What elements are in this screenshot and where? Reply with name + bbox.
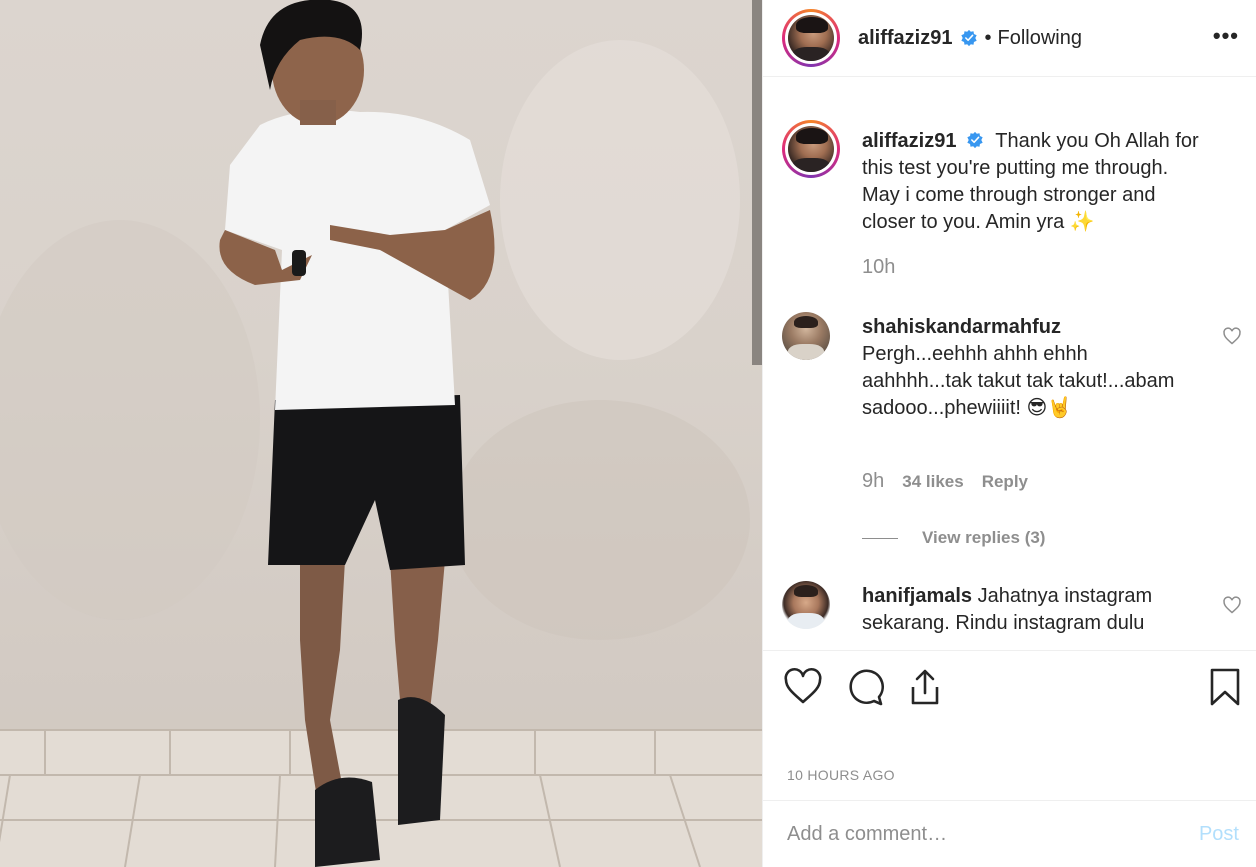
comment-reply-button[interactable]: Reply (982, 472, 1028, 492)
post-details-panel: aliffaziz91 • Following ••• aliffaziz91 (762, 0, 1256, 867)
comment-body: hanifjamals Jahatnya instagram sekarang.… (862, 583, 1182, 637)
author-avatar[interactable] (782, 9, 840, 67)
comment-like-heart-icon[interactable] (1222, 326, 1242, 346)
post-actions-bar (763, 650, 1256, 760)
comment-likes[interactable]: 34 likes (902, 472, 963, 492)
comment-icon[interactable] (845, 667, 885, 707)
comment-composer: Post (763, 800, 1256, 867)
more-options-icon[interactable]: ••• (1213, 25, 1239, 47)
view-replies-button[interactable]: View replies (3) (862, 528, 1045, 548)
post-comment-button[interactable]: Post (1199, 823, 1239, 846)
comment-time[interactable]: 9h (862, 470, 884, 493)
comment-meta: 9h 34 likes Reply (862, 470, 1028, 493)
comment-input[interactable] (787, 822, 1199, 846)
following-button[interactable]: Following (998, 27, 1082, 50)
commenter-avatar[interactable] (782, 312, 830, 360)
post-timestamp[interactable]: 10 HOURS AGO (787, 767, 895, 783)
post-header: aliffaziz91 • Following ••• (763, 0, 1256, 77)
view-replies-label: View replies (3) (922, 528, 1046, 547)
commenter-username[interactable]: shahiskandarmahfuz (862, 316, 1061, 338)
comment-body: shahiskandarmahfuz Pergh...eehhh ahhh eh… (862, 314, 1202, 422)
heart-icon[interactable] (783, 667, 823, 707)
verified-badge-icon (961, 29, 978, 47)
commenter-avatar[interactable] (782, 581, 830, 629)
commenter-username[interactable]: hanifjamals (862, 585, 972, 607)
comments-list[interactable]: aliffaziz91 Thank you Oh Allah for this … (763, 78, 1256, 650)
verified-badge-icon (967, 131, 983, 149)
separator-dot: • (984, 26, 992, 49)
post-photo-illustration (0, 0, 762, 867)
replies-divider-line (862, 537, 898, 539)
post-photo[interactable] (0, 0, 762, 867)
caption-meta: 10h (862, 256, 895, 279)
author-username-link[interactable]: aliffaziz91 (858, 27, 952, 50)
comment-text: Pergh...eehhh ahhh ehhh aahhhh...tak tak… (862, 343, 1175, 419)
bookmark-icon[interactable] (1205, 667, 1245, 707)
comment-like-heart-icon[interactable] (1222, 595, 1242, 615)
share-icon[interactable] (905, 667, 945, 707)
caption-time[interactable]: 10h (862, 256, 895, 279)
caption-author-avatar[interactable] (782, 120, 840, 178)
caption-username[interactable]: aliffaziz91 (862, 130, 956, 152)
caption-body: aliffaziz91 Thank you Oh Allah for this … (862, 128, 1202, 236)
